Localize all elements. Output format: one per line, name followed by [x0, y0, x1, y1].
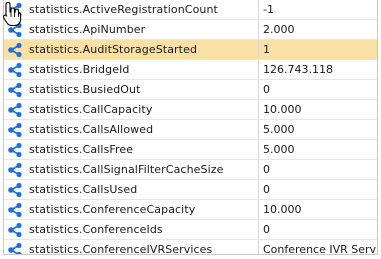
- property-value[interactable]: Conference IVR Service,: [258, 239, 377, 254]
- table-row[interactable]: statistics.ActiveRegistrationCount -1: [4, 0, 377, 20]
- property-value[interactable]: 126.743.118: [258, 59, 377, 80]
- property-name-cell[interactable]: statistics.ConferenceIds: [4, 219, 259, 240]
- property-name-cell[interactable]: statistics.CallsAllowed: [4, 119, 259, 140]
- table-row[interactable]: statistics.CallsAllowed 5.000: [4, 119, 377, 140]
- share-node-icon: [8, 242, 22, 254]
- share-node-icon: [8, 122, 22, 137]
- property-value[interactable]: 0: [258, 179, 377, 200]
- table-row[interactable]: statistics.CallsUsed 0: [4, 179, 377, 200]
- property-table: statistics.ActiveRegistrationCount -1 stat…: [4, 0, 377, 255]
- share-node-icon: [8, 2, 22, 17]
- property-name: statistics.ConferenceIds: [29, 223, 163, 236]
- table-row[interactable]: statistics.ApiNumber 2.000: [4, 19, 377, 40]
- property-value[interactable]: 0: [258, 79, 377, 100]
- table-row[interactable]: statistics.CallCapacity 10.000: [4, 99, 377, 120]
- property-name-cell[interactable]: statistics.ConferenceCapacity: [4, 199, 259, 220]
- share-node-icon: [8, 222, 22, 237]
- property-value[interactable]: 0: [258, 219, 377, 240]
- share-node-icon: [8, 142, 22, 157]
- table-row[interactable]: statistics.ConferenceIVRServices Conferen…: [4, 239, 377, 255]
- property-name: statistics.AuditStorageStarted: [29, 43, 198, 56]
- property-name: statistics.BusiedOut: [29, 83, 141, 96]
- property-name: statistics.ActiveRegistrationCount: [29, 3, 218, 16]
- property-name: statistics.ApiNumber: [29, 23, 146, 36]
- table-row[interactable]: statistics.ConferenceCapacity 10.000: [4, 199, 377, 220]
- property-value[interactable]: -1: [258, 0, 377, 20]
- property-value[interactable]: 5.000: [258, 139, 377, 160]
- share-node-icon: [8, 22, 22, 37]
- share-node-icon: [8, 202, 22, 217]
- property-name-cell[interactable]: statistics.ConferenceIVRServices: [4, 239, 259, 255]
- property-value[interactable]: 2.000: [258, 19, 377, 40]
- property-value[interactable]: 1: [258, 39, 377, 60]
- property-name: statistics.CallsFree: [29, 143, 134, 156]
- property-value[interactable]: 5.000: [258, 119, 377, 140]
- table-row[interactable]: statistics.BridgeId 126.743.118: [4, 59, 377, 80]
- share-node-icon: [8, 62, 22, 77]
- property-name: statistics.BridgeId: [29, 63, 130, 76]
- property-name: statistics.CallSignalFilterCacheSize: [29, 163, 224, 176]
- table-row[interactable]: statistics.CallsFree 5.000: [4, 139, 377, 160]
- property-name-cell[interactable]: statistics.CallsFree: [4, 139, 259, 160]
- share-node-icon: [8, 82, 22, 97]
- statistics-property-grid: statistics.ActiveRegistrationCount -1 stat…: [3, 0, 378, 255]
- property-name-cell[interactable]: statistics.ActiveRegistrationCount: [4, 0, 259, 20]
- share-node-icon: [8, 162, 22, 177]
- property-name: statistics.ConferenceIVRServices: [29, 243, 213, 255]
- share-node-icon: [8, 102, 22, 117]
- property-name-cell[interactable]: statistics.BridgeId: [4, 59, 259, 80]
- property-name: statistics.ConferenceCapacity: [29, 203, 196, 216]
- property-name-cell[interactable]: statistics.CallsUsed: [4, 179, 259, 200]
- table-row[interactable]: statistics.BusiedOut 0: [4, 79, 377, 100]
- property-value[interactable]: 10.000: [258, 99, 377, 120]
- property-name-cell[interactable]: statistics.CallSignalFilterCacheSize: [4, 159, 259, 180]
- property-name-cell[interactable]: statistics.BusiedOut: [4, 79, 259, 100]
- property-name: statistics.CallsUsed: [29, 183, 138, 196]
- share-node-icon: [8, 42, 22, 57]
- table-row[interactable]: statistics.ConferenceIds 0: [4, 219, 377, 240]
- share-node-icon: [8, 182, 22, 197]
- property-name: statistics.CallsAllowed: [29, 123, 154, 136]
- table-row[interactable]: statistics.AuditStorageStarted 1: [4, 39, 377, 60]
- table-row[interactable]: statistics.CallSignalFilterCacheSize 0: [4, 159, 377, 180]
- property-name-cell[interactable]: statistics.ApiNumber: [4, 19, 259, 40]
- property-value[interactable]: 0: [258, 159, 377, 180]
- property-name-cell[interactable]: statistics.CallCapacity: [4, 99, 259, 120]
- property-name-cell[interactable]: statistics.AuditStorageStarted: [4, 39, 259, 60]
- property-name: statistics.CallCapacity: [29, 103, 153, 116]
- property-value[interactable]: 10.000: [258, 199, 377, 220]
